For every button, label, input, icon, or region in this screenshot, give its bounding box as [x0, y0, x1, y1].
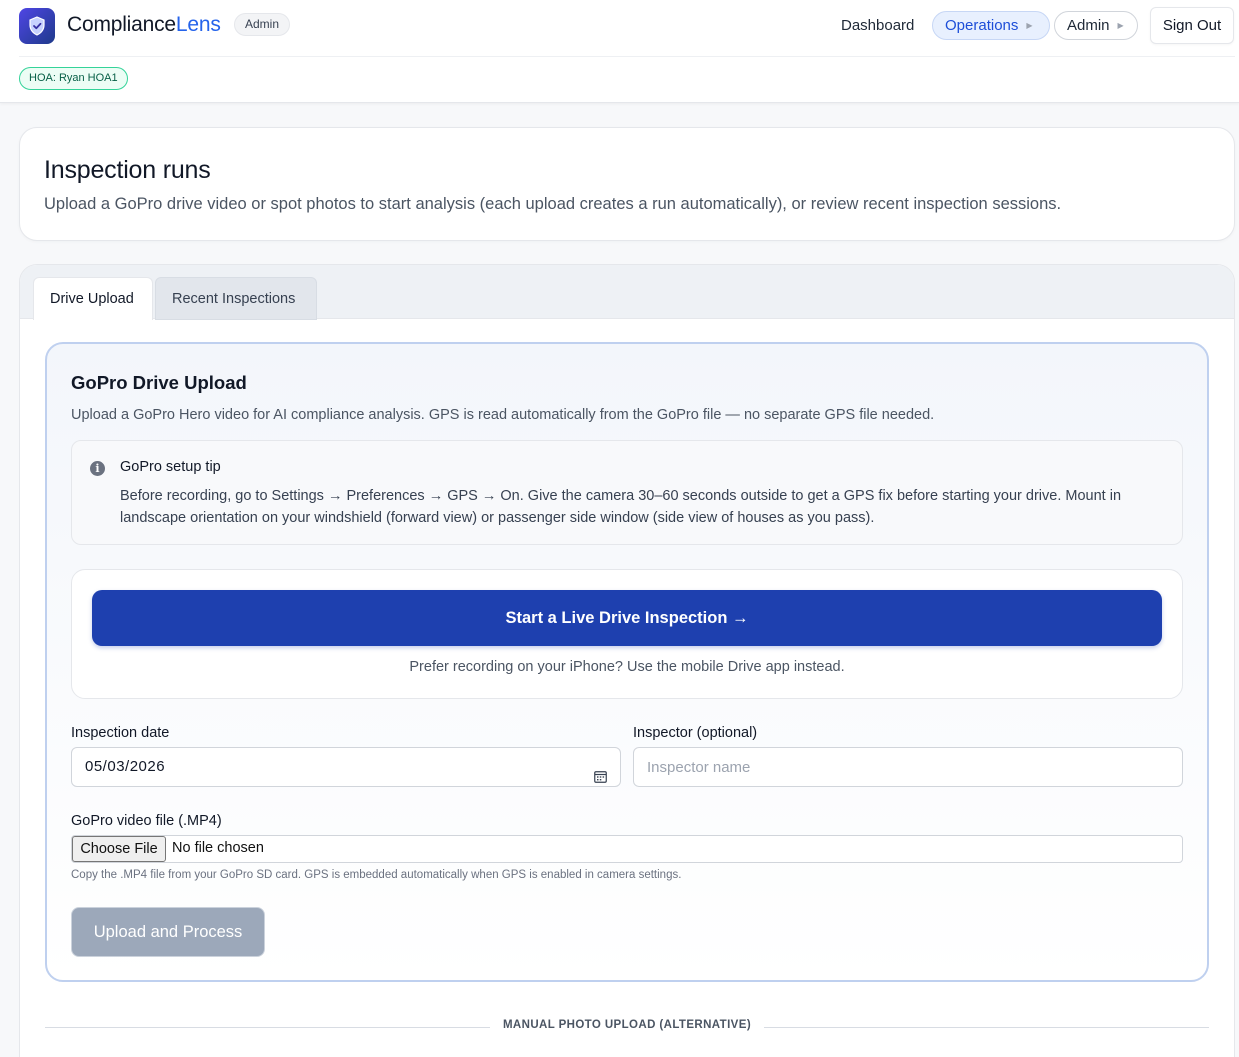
divider-line-right: [764, 1027, 1209, 1028]
video-file-label: GoPro video file (.MP4): [71, 813, 222, 829]
gopro-setup-tip: i GoPro setup tip Before recording, go t…: [71, 440, 1183, 545]
inspector-label: Inspector (optional): [633, 725, 758, 741]
upload-card-title: GoPro Drive Upload: [71, 372, 247, 393]
inspection-date-input[interactable]: 05/03/2026: [71, 747, 621, 787]
tab-strip: Drive Upload Recent Inspections: [20, 265, 1234, 320]
brand-row: ComplianceLens Admin Dashboard Operation…: [19, 7, 1235, 57]
role-badge: Admin: [234, 13, 291, 36]
nav-admin-label: Admin: [1067, 17, 1110, 34]
page-title: Inspection runs: [44, 156, 211, 184]
choose-file-button[interactable]: Choose File: [72, 836, 166, 862]
brand-name[interactable]: ComplianceLens: [67, 13, 221, 37]
page-header-card: Inspection runs Upload a GoPro drive vid…: [19, 127, 1235, 241]
live-drive-note: Prefer recording on your iPhone? Use the…: [409, 659, 845, 675]
nav-admin-menu[interactable]: Admin ▶: [1054, 11, 1138, 40]
caret-right-icon: ▶: [1117, 21, 1124, 30]
video-file-input[interactable]: Choose File No file chosen: [71, 835, 1183, 863]
inspection-date-label: Inspection date: [71, 725, 170, 741]
tip-body: Before recording, go to Settings → Prefe…: [120, 488, 1122, 526]
manual-photo-upload-heading: MANUAL PHOTO UPLOAD (ALTERNATIVE): [502, 1019, 752, 1031]
video-file-help: Copy the .MP4 file from your GoPro SD ca…: [71, 869, 682, 881]
shield-logo-icon[interactable]: [19, 8, 55, 44]
brand-name-primary: Compliance: [67, 13, 176, 36]
nav-operations-menu[interactable]: Operations ▶: [932, 11, 1050, 40]
tabs-panel: Drive Upload Recent Inspections GoPro Dr…: [19, 264, 1235, 1057]
tab-drive-upload[interactable]: Drive Upload: [33, 277, 153, 320]
brand-name-accent: Lens: [175, 13, 221, 36]
sign-out-button[interactable]: Sign Out: [1150, 7, 1234, 44]
inspector-name-input[interactable]: [633, 747, 1183, 787]
inspection-date-value: 05/03/2026: [85, 758, 166, 775]
top-navigation-bar: ComplianceLens Admin Dashboard Operation…: [0, 0, 1239, 103]
page-subtitle: Upload a GoPro drive video or spot photo…: [44, 195, 1062, 213]
live-drive-box: Start a Live Drive Inspection → Prefer r…: [71, 569, 1183, 699]
nav-dashboard-link[interactable]: Dashboard: [841, 17, 914, 34]
calendar-icon[interactable]: [594, 760, 607, 798]
upload-and-process-button[interactable]: Upload and Process: [71, 907, 265, 957]
caret-right-icon: ▶: [1026, 21, 1033, 30]
file-status: No file chosen: [172, 840, 264, 856]
tip-title: GoPro setup tip: [120, 459, 221, 475]
tab-recent-inspections[interactable]: Recent Inspections: [155, 277, 317, 320]
info-icon: i: [90, 461, 105, 476]
nav-operations-label: Operations: [945, 17, 1019, 34]
start-live-drive-button[interactable]: Start a Live Drive Inspection →: [92, 590, 1162, 646]
gopro-upload-card: GoPro Drive Upload Upload a GoPro Hero v…: [45, 342, 1209, 982]
upload-card-description: Upload a GoPro Hero video for AI complia…: [71, 407, 935, 423]
hoa-badge[interactable]: HOA: Ryan HOA1: [19, 67, 128, 90]
section-divider: MANUAL PHOTO UPLOAD (ALTERNATIVE): [45, 1017, 1209, 1037]
